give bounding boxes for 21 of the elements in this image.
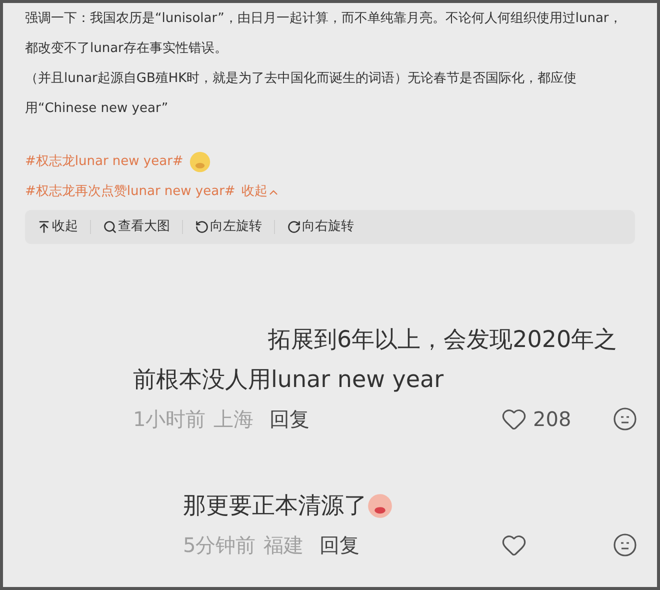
- smiley-icon[interactable]: [613, 533, 637, 557]
- reply-link[interactable]: 回复: [320, 530, 360, 560]
- post-text: （并且lunar起源自GB殖HK时，就是为了去中国化而诞生的词语）无论春节是否国际化，都应使用“Chinese new year”: [25, 70, 578, 118]
- toolbar-button[interactable]: 向右旋转: [287, 217, 354, 237]
- search-icon: [103, 220, 117, 234]
- comment-time: 5分钟前: [183, 532, 256, 559]
- toolbar-button[interactable]: 收起: [37, 217, 78, 237]
- like-count: 208: [533, 406, 572, 433]
- reply-link[interactable]: 回复: [270, 404, 310, 434]
- collapse-icon: [37, 220, 51, 234]
- comment-text: 那更要正本清源了: [183, 492, 367, 521]
- comment-location: 福建: [264, 532, 304, 559]
- comment-text: 拓展到6年以上，会发现2020年之前根本没人用lunar new year: [133, 326, 618, 395]
- rotate-right-icon: [287, 220, 301, 234]
- comment-location: 上海: [214, 406, 254, 433]
- rotate-left-icon: [195, 220, 209, 234]
- comment-time: 1小时前: [133, 406, 206, 433]
- post-text: 强调一下：我国农历是“lunisolar”，由日月一起计算，而不单纯靠月亮。不论何人何组织使用过lunar，都改变不了lunar存在事实性错误。: [25, 10, 623, 58]
- toolbar-button[interactable]: 查看大图: [103, 217, 170, 237]
- smiley-icon[interactable]: [613, 407, 637, 431]
- toolbar-button[interactable]: 向左旋转: [195, 217, 262, 237]
